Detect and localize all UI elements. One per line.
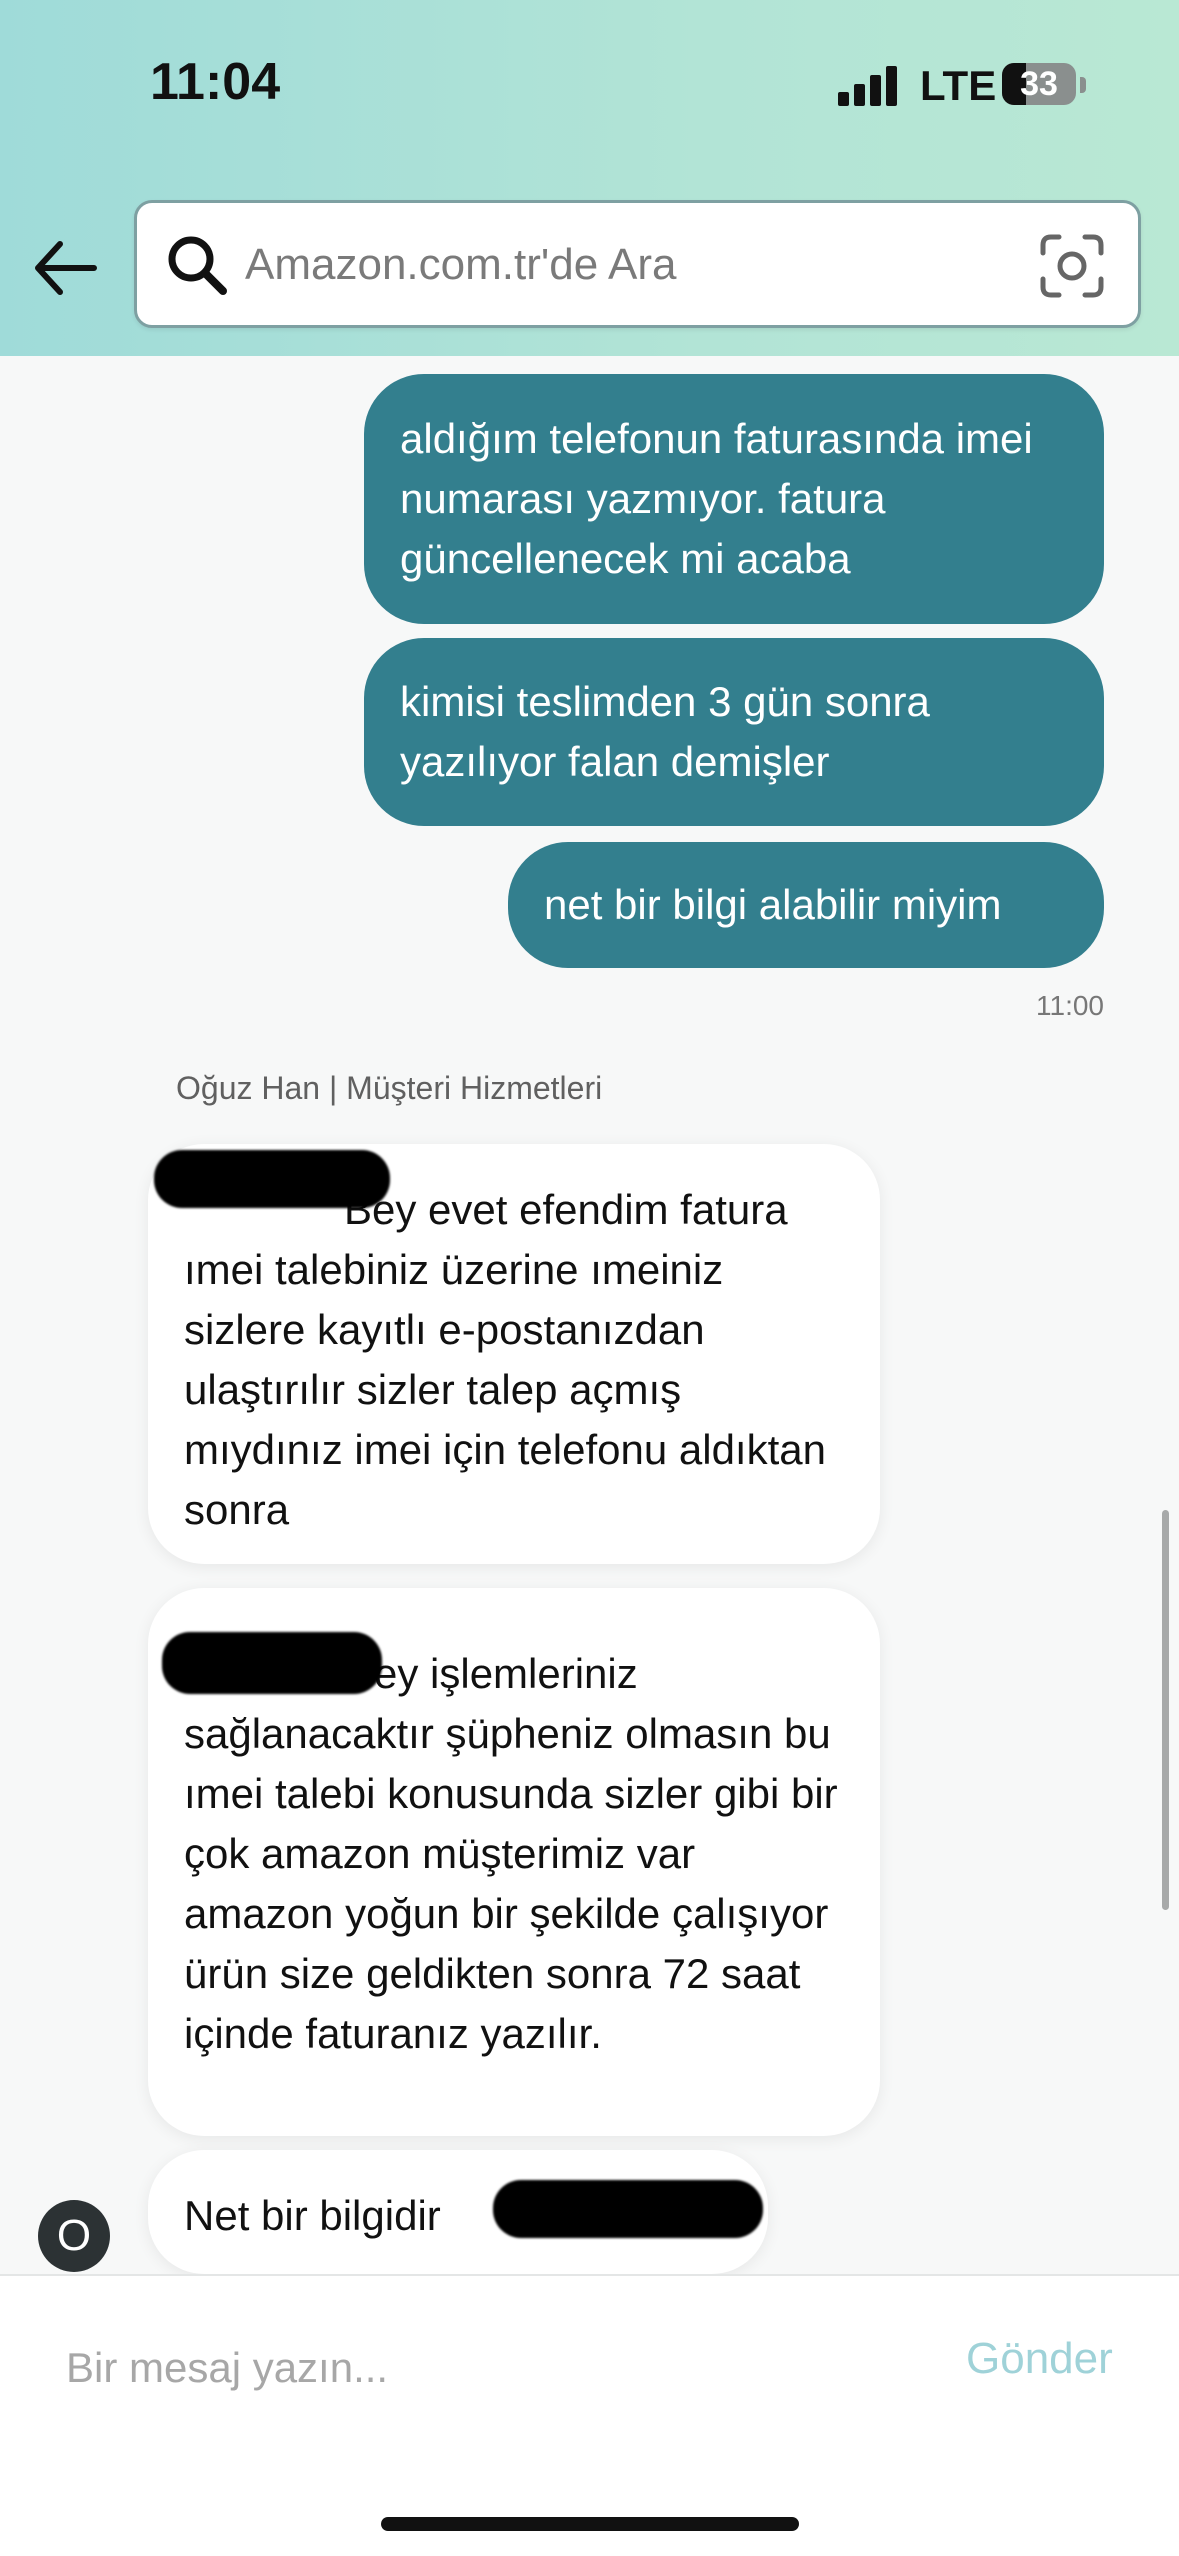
outgoing-message: kimisi teslimden 3 gün sonra yazılıyor f… bbox=[364, 638, 1104, 826]
message-text: aldığım telefonun faturasında imei numar… bbox=[400, 415, 1033, 582]
arrow-left-icon bbox=[35, 241, 97, 295]
agent-name: Oğuz Han | Müşteri Hizmetleri bbox=[176, 1070, 603, 1106]
status-time: 11:04 bbox=[150, 53, 281, 111]
message-text: Net bir bilgidir bbox=[184, 2192, 441, 2239]
redaction-mark bbox=[162, 1632, 382, 1694]
incoming-message: ey işlemleriniz sağlanacaktır şüpheniz o… bbox=[148, 1588, 880, 2136]
battery-nub bbox=[1080, 77, 1086, 93]
chat-thread[interactable]: aldığım telefonun faturasında imei numar… bbox=[0, 356, 1179, 2274]
redaction-mark bbox=[493, 2180, 763, 2238]
search-icon[interactable] bbox=[163, 231, 231, 299]
outgoing-message: net bir bilgi alabilir miyim bbox=[508, 842, 1104, 968]
chat-scrollbar[interactable] bbox=[1162, 1510, 1169, 1910]
message-text: kimisi teslimden 3 gün sonra yazılıyor f… bbox=[400, 678, 930, 785]
incoming-message: Net bir bilgidir bbox=[148, 2150, 768, 2274]
camera-scan-icon[interactable] bbox=[1039, 233, 1105, 299]
network-type: LTE bbox=[920, 62, 997, 109]
back-button[interactable] bbox=[30, 228, 100, 308]
message-text: ey işlemleriniz sağlanacaktır şüpheniz o… bbox=[184, 1650, 838, 2057]
home-indicator bbox=[381, 2517, 799, 2531]
send-button[interactable]: Gönder bbox=[966, 2334, 1113, 2384]
message-text: net bir bilgi alabilir miyim bbox=[544, 881, 1002, 928]
redaction-mark bbox=[154, 1150, 390, 1208]
outgoing-message: aldığım telefonun faturasında imei numar… bbox=[364, 374, 1104, 624]
battery-percent: 33 bbox=[1020, 65, 1058, 103]
agent-avatar: O bbox=[38, 2200, 110, 2272]
message-input[interactable] bbox=[66, 2328, 866, 2408]
message-timestamp: 11:00 bbox=[1036, 990, 1104, 1021]
message-text: Bey evet efendim fatura ımei talebiniz ü… bbox=[184, 1186, 826, 1533]
cellular-signal-icon bbox=[838, 66, 900, 106]
app-header: 11:04 LTE 33 bbox=[0, 0, 1179, 356]
search-input[interactable] bbox=[245, 221, 1005, 309]
search-bar[interactable] bbox=[134, 200, 1141, 328]
incoming-message: Bey evet efendim fatura ımei talebiniz ü… bbox=[148, 1144, 880, 1564]
battery-icon: 33 bbox=[1002, 63, 1076, 105]
message-composer: Gönder bbox=[0, 2274, 1179, 2556]
